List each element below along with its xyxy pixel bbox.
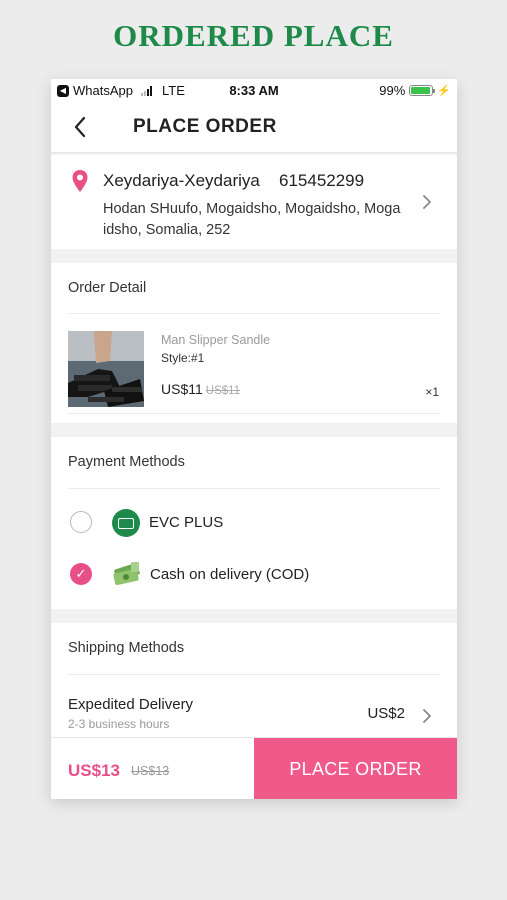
divider	[68, 413, 440, 414]
product-price-group: US$11 US$11	[161, 381, 240, 397]
phone-screen: ◀ WhatsApp LTE 8:33 AM 99% ⚡ PLACE ORDER…	[51, 79, 457, 799]
product-price: US$11	[161, 381, 203, 397]
product-style: Style:#1	[161, 351, 205, 365]
chevron-left-icon[interactable]	[69, 113, 93, 141]
recipient-phone: 615452299	[279, 171, 365, 190]
radio-unchecked-icon[interactable]	[70, 511, 92, 533]
battery-icon	[409, 85, 436, 96]
recipient-name: Xeydariya-Xeydariya	[103, 171, 260, 190]
payment-option-label: EVC PLUS	[149, 514, 224, 531]
shipping-time: 2-3 business hours	[68, 717, 170, 731]
charging-icon: ⚡	[437, 85, 451, 97]
shipping-method-name: Expedited Delivery	[68, 696, 194, 713]
shipping-methods-title: Shipping Methods	[68, 640, 185, 656]
battery-percent: 99%	[379, 83, 406, 98]
status-bar: ◀ WhatsApp LTE 8:33 AM 99% ⚡	[51, 79, 457, 101]
evc-plus-icon	[112, 509, 140, 537]
divider	[68, 488, 440, 489]
checkmark-icon[interactable]: ✓	[70, 563, 92, 585]
page-title: PLACE ORDER	[133, 116, 277, 137]
payment-methods-title: Payment Methods	[68, 454, 185, 470]
cash-money-icon	[113, 562, 140, 585]
location-pin-icon	[72, 170, 88, 192]
divider	[68, 313, 440, 314]
payment-option-label: Cash on delivery (COD)	[150, 566, 310, 583]
shipping-methods-card: Shipping Methods Expedited Delivery 2-3 …	[51, 623, 457, 753]
sandal-image	[68, 331, 144, 407]
product-image[interactable]	[68, 331, 144, 407]
chevron-right-icon[interactable]	[421, 195, 433, 209]
address-card[interactable]: Xeydariya-Xeydariya 615452299 Hodan SHuu…	[51, 155, 457, 249]
order-original-total: US$13	[131, 764, 170, 778]
order-detail-title: Order Detail	[68, 280, 147, 296]
status-right: 99% ⚡	[379, 83, 451, 98]
place-order-button[interactable]: PLACE ORDER	[254, 738, 457, 799]
checkout-footer: US$13 US$13 PLACE ORDER	[51, 737, 457, 799]
divider	[68, 674, 440, 675]
payment-methods-card: Payment Methods EVC PLUS ✓ Cash on deliv…	[51, 437, 457, 609]
product-original-price: US$11	[205, 385, 241, 397]
address-line: Hodan SHuufo, Mogaidsho, Mogaidsho, Moga…	[103, 201, 401, 238]
chevron-right-icon[interactable]	[421, 709, 433, 723]
shipping-price: US$2	[367, 705, 405, 722]
banner-title: ORDERED PLACE	[113, 18, 394, 53]
product-quantity: ×1	[425, 385, 439, 399]
order-detail-card: Order Detail Man Slipper Sandle Style:#1…	[51, 263, 457, 423]
nav-bar: PLACE ORDER	[51, 101, 457, 153]
product-name[interactable]: Man Slipper Sandle	[161, 333, 270, 347]
order-total: US$13	[68, 761, 120, 780]
